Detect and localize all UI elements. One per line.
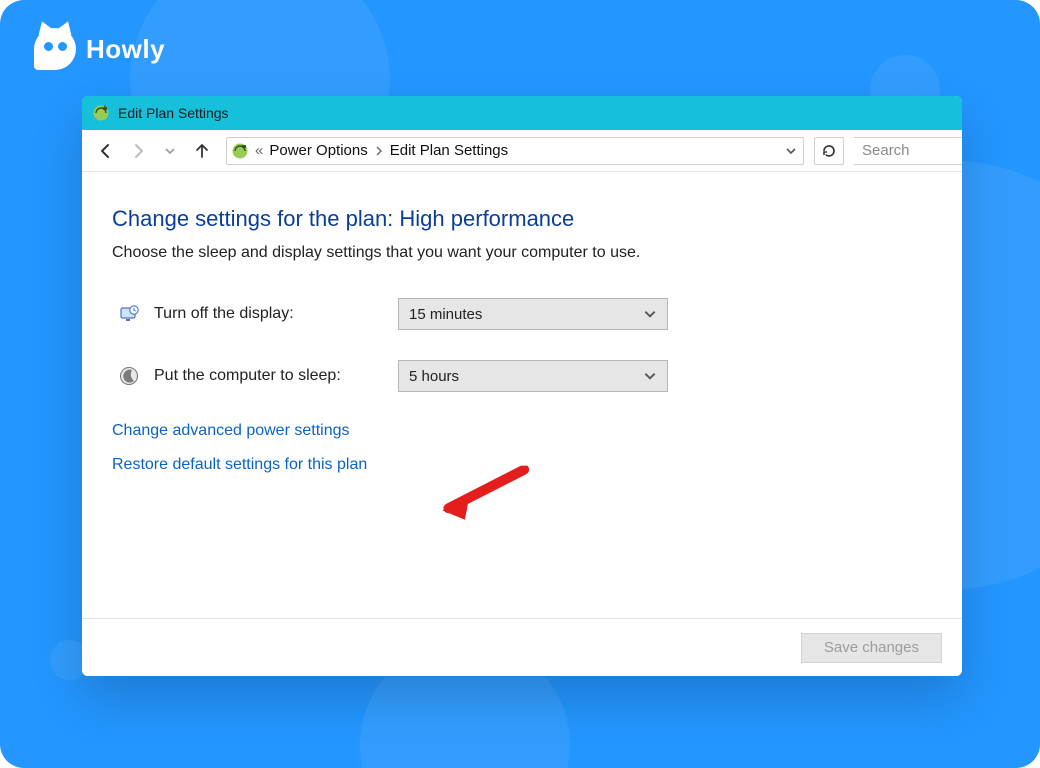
window-title: Edit Plan Settings xyxy=(118,105,229,121)
breadcrumb-power-options[interactable]: Power Options xyxy=(269,142,367,159)
forward-button[interactable] xyxy=(124,137,152,165)
display-setting-row: Turn off the display: 15 minutes xyxy=(112,298,932,330)
nav-toolbar: « Power Options Edit Plan Settings Searc… xyxy=(82,130,962,172)
power-options-icon xyxy=(92,104,110,122)
sleep-setting-row: Put the computer to sleep: 5 hours xyxy=(112,360,932,392)
content-area: Change settings for the plan: High perfo… xyxy=(82,172,962,618)
chevron-down-icon xyxy=(643,369,657,383)
save-changes-button[interactable]: Save changes xyxy=(801,633,942,663)
sleep-label: Put the computer to sleep: xyxy=(154,367,384,385)
chevron-down-icon xyxy=(643,307,657,321)
instruction-arrow-icon xyxy=(439,465,531,524)
sleep-timeout-value: 5 hours xyxy=(409,368,459,385)
restore-defaults-link[interactable]: Restore default settings for this plan xyxy=(112,456,367,474)
monitor-clock-icon xyxy=(118,303,140,325)
owl-icon xyxy=(34,28,76,70)
titlebar[interactable]: Edit Plan Settings xyxy=(82,96,962,130)
howly-logo: Howly xyxy=(34,28,165,70)
recent-chevron-icon[interactable] xyxy=(156,137,184,165)
up-button[interactable] xyxy=(188,137,216,165)
display-timeout-value: 15 minutes xyxy=(409,306,482,323)
address-bar[interactable]: « Power Options Edit Plan Settings xyxy=(226,137,804,165)
sleep-timeout-dropdown[interactable]: 5 hours xyxy=(398,360,668,392)
background-card: Howly Edit Plan Settings xyxy=(0,0,1040,768)
edit-plan-settings-window: Edit Plan Settings xyxy=(82,96,962,676)
brand-name: Howly xyxy=(86,34,165,65)
change-advanced-link[interactable]: Change advanced power settings xyxy=(112,422,350,440)
breadcrumb-prefix: « xyxy=(255,142,263,159)
refresh-button[interactable] xyxy=(814,137,844,165)
chevron-down-icon[interactable] xyxy=(785,145,797,157)
search-input[interactable]: Search xyxy=(854,137,962,165)
footer: Save changes xyxy=(82,618,962,676)
display-timeout-dropdown[interactable]: 15 minutes xyxy=(398,298,668,330)
page-subtext: Choose the sleep and display settings th… xyxy=(112,244,932,262)
page-heading: Change settings for the plan: High perfo… xyxy=(112,206,932,232)
back-button[interactable] xyxy=(92,137,120,165)
power-options-icon xyxy=(231,142,249,160)
breadcrumb-edit-plan[interactable]: Edit Plan Settings xyxy=(390,142,508,159)
search-placeholder: Search xyxy=(862,142,910,159)
save-changes-label: Save changes xyxy=(824,639,919,656)
display-label: Turn off the display: xyxy=(154,305,384,323)
chevron-right-icon xyxy=(374,146,384,156)
moon-icon xyxy=(118,365,140,387)
